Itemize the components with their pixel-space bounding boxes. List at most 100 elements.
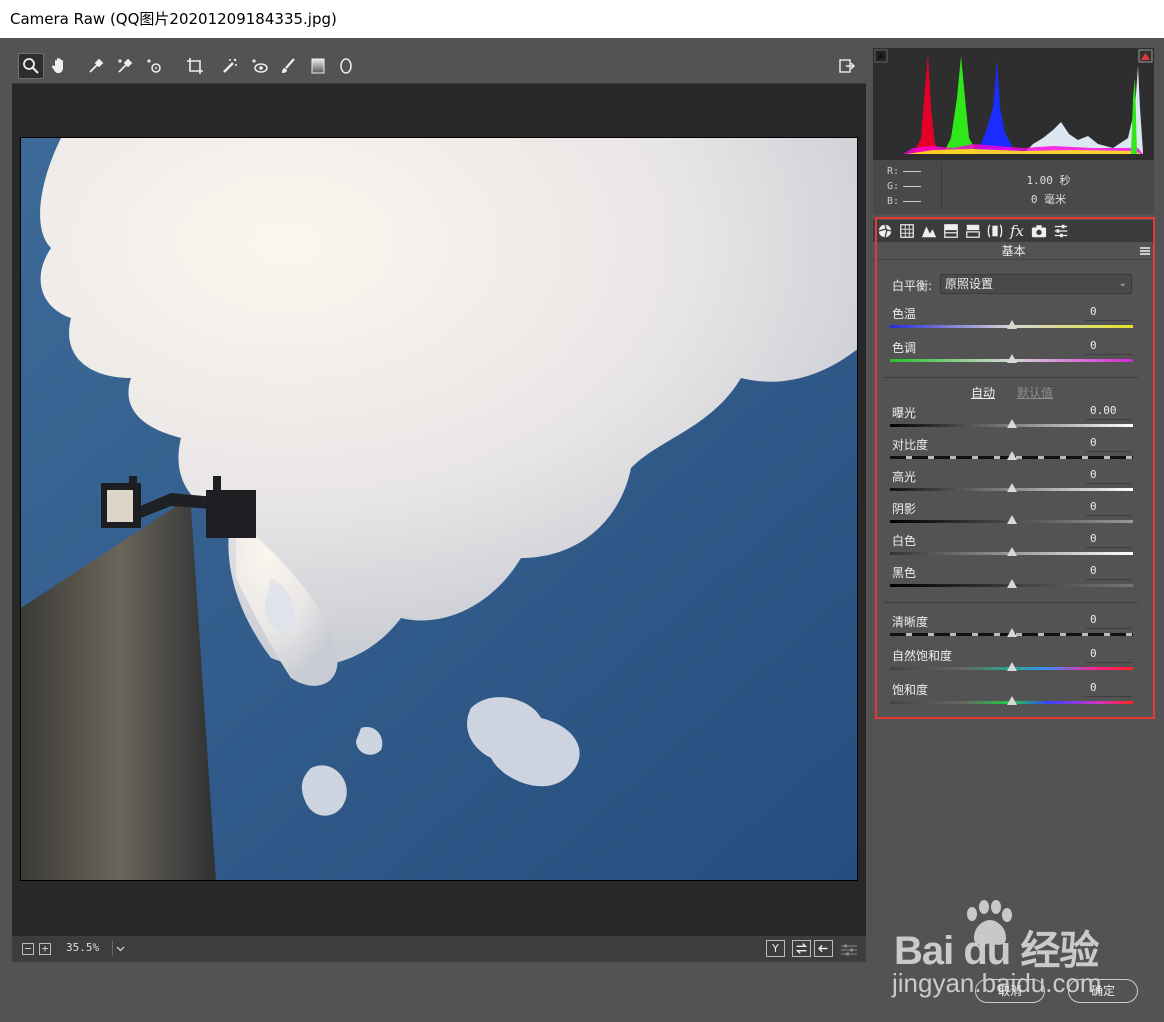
b-readout: B: <box>887 196 922 207</box>
chevron-down-icon <box>116 946 125 952</box>
slider-label: 白色 <box>892 534 917 548</box>
swap-icon <box>795 943 808 954</box>
slider-thumb[interactable] <box>1006 696 1017 705</box>
g-readout: G: <box>887 181 922 192</box>
preview-pane: − + 35.5% Y <box>12 48 866 962</box>
window-title: Camera Raw (QQ图片20201209184335.jpg) <box>0 0 1164 38</box>
zoom-dropdown[interactable] <box>112 941 127 956</box>
crop-icon[interactable] <box>182 53 208 79</box>
slider-value-input[interactable]: 0 <box>1086 339 1132 355</box>
slider-thumb[interactable] <box>1006 579 1017 588</box>
panel-menu-icon[interactable] <box>1140 247 1150 255</box>
slider-thumb[interactable] <box>1006 451 1017 460</box>
r-readout: R: <box>887 166 922 177</box>
aperture-icon <box>878 224 892 238</box>
graduated-filter-icon[interactable] <box>305 53 331 79</box>
photo-sky-lamppost <box>21 138 857 880</box>
tab-camera-calibration[interactable] <box>1030 222 1048 240</box>
slider-value-input[interactable]: 0 <box>1086 564 1132 580</box>
slider-label: 黑色 <box>892 566 917 580</box>
slider-thumb[interactable] <box>1006 483 1017 492</box>
rgb-readout: R: G: B: 1.00 秒 0 毫米 <box>873 160 1154 214</box>
panel-tabs: fx <box>873 220 1154 242</box>
tab-presets[interactable] <box>1052 222 1070 240</box>
panel-title: 基本 <box>873 242 1154 260</box>
slider-label: 色温 <box>892 307 917 321</box>
preview-status-bar: − + 35.5% Y <box>12 936 866 962</box>
white-balance-label: 白平衡: <box>892 279 933 293</box>
slider-label: 曝光 <box>892 406 917 420</box>
slider-label: 清晰度 <box>892 615 929 629</box>
slider-value-input[interactable]: 0 <box>1086 468 1132 484</box>
arrow-left-icon <box>818 944 828 953</box>
shutter-speed: 1.00 秒 <box>1026 174 1071 187</box>
split-toning-icon <box>966 224 980 238</box>
slider-label: 对比度 <box>892 438 929 452</box>
radial-filter-icon[interactable] <box>333 53 359 79</box>
image-preview[interactable] <box>20 137 858 881</box>
targeted-adjust-icon[interactable] <box>141 53 167 79</box>
color-sampler-icon[interactable] <box>112 53 138 79</box>
presets-icon <box>1054 224 1068 238</box>
divider <box>884 602 1138 603</box>
cancel-button[interactable]: 取消 <box>975 979 1045 1003</box>
tab-hsl[interactable] <box>942 222 960 240</box>
panel-title-text: 基本 <box>1001 244 1026 258</box>
swap-settings-button[interactable] <box>792 940 811 957</box>
camera-icon <box>1031 225 1047 238</box>
tab-detail[interactable] <box>920 222 938 240</box>
adjustment-brush-icon[interactable] <box>275 53 301 79</box>
open-in-photoshop-icon[interactable] <box>834 53 860 79</box>
hsl-icon <box>944 224 958 238</box>
slider-value-input[interactable]: 0 <box>1086 532 1132 548</box>
mountain-icon <box>921 226 937 238</box>
slider-value-input[interactable]: 0 <box>1086 647 1132 663</box>
toolbar <box>12 48 866 84</box>
hand-icon[interactable] <box>47 53 73 79</box>
compare-views-button[interactable]: Y <box>766 940 785 957</box>
ok-button[interactable]: 确定 <box>1068 979 1138 1003</box>
zoom-icon[interactable] <box>18 53 44 79</box>
auto-link[interactable]: 自动 <box>971 384 995 401</box>
slider-label: 高光 <box>892 470 917 484</box>
slider-value-input[interactable]: 0.00 <box>1086 404 1132 420</box>
slider-thumb[interactable] <box>1006 662 1017 671</box>
chevron-down-icon: ⌄ <box>1118 278 1127 289</box>
spot-removal-icon[interactable] <box>217 53 243 79</box>
white-balance-value: 原照设置 <box>945 277 994 291</box>
slider-thumb[interactable] <box>1006 628 1017 637</box>
sliders-icon[interactable] <box>840 942 858 956</box>
slider-label: 饱和度 <box>892 683 929 697</box>
grid-icon <box>900 224 914 238</box>
zoom-level[interactable]: 35.5% <box>66 941 99 954</box>
fx-icon[interactable]: fx <box>1008 222 1026 240</box>
slider-value-input[interactable]: 0 <box>1086 305 1132 321</box>
histogram <box>873 48 1154 160</box>
tab-tone-curve[interactable] <box>898 222 916 240</box>
slider-value-input[interactable]: 0 <box>1086 500 1132 516</box>
slider-label: 阴影 <box>892 502 917 516</box>
red-eye-icon[interactable] <box>246 53 272 79</box>
tab-basic[interactable] <box>876 222 894 240</box>
divider <box>884 377 1138 378</box>
slider-thumb[interactable] <box>1006 547 1017 556</box>
slider-label: 自然饱和度 <box>892 649 953 663</box>
slider-thumb[interactable] <box>1006 419 1017 428</box>
tab-split-toning[interactable] <box>964 222 982 240</box>
slider-thumb[interactable] <box>1006 354 1017 363</box>
slider-value-input[interactable]: 0 <box>1086 681 1132 697</box>
slider-label: 色调 <box>892 341 917 355</box>
white-balance-select[interactable]: 原照设置 ⌄ <box>940 274 1132 294</box>
lens-icon <box>987 224 1003 238</box>
eyedropper-icon[interactable] <box>83 53 109 79</box>
tab-lens-corrections[interactable] <box>986 222 1004 240</box>
slider-thumb[interactable] <box>1006 320 1017 329</box>
default-link[interactable]: 默认值 <box>1017 384 1053 401</box>
zoom-in-button[interactable]: + <box>39 943 51 955</box>
slider-value-input[interactable]: 0 <box>1086 613 1132 629</box>
zoom-out-button[interactable]: − <box>22 943 34 955</box>
slider-thumb[interactable] <box>1006 515 1017 524</box>
copy-settings-button[interactable] <box>814 940 833 957</box>
slider-value-input[interactable]: 0 <box>1086 436 1132 452</box>
focal-length: 0 毫米 <box>1030 193 1067 206</box>
